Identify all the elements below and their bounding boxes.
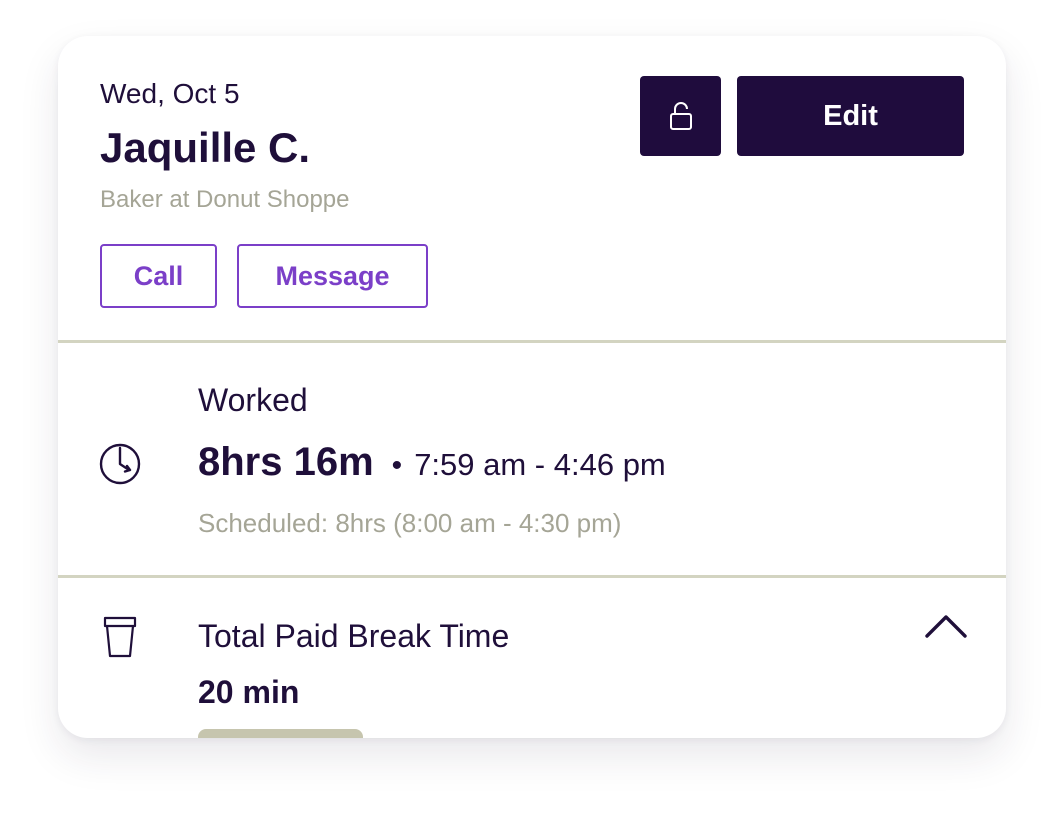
break-entry-tag [198,729,363,738]
shift-date: Wed, Oct 5 [100,78,240,109]
unlock-icon [669,102,692,130]
cup-icon [103,616,137,658]
scheduled-time: Scheduled: 8hrs (8:00 am - 4:30 pm) [198,508,622,538]
worked-time-range: 7:59 am - 4:46 pm [414,447,666,482]
lock-button[interactable] [640,76,721,156]
employee-role: Baker at Donut Shoppe [100,186,350,213]
timecard: Wed, Oct 5 Jaquille C. Baker at Donut Sh… [58,36,1006,738]
edit-button[interactable]: Edit [737,76,964,156]
worked-label: Worked [198,382,308,418]
worked-total: 8hrs 16m [198,440,374,484]
message-button[interactable]: Message [237,244,428,308]
clock-icon [99,443,141,485]
break-total: 20 min [198,674,300,710]
employee-header: Wed, Oct 5 Jaquille C. Baker at Donut Sh… [58,36,1006,341]
chevron-up-icon[interactable] [924,612,968,642]
call-button[interactable]: Call [100,244,217,308]
employee-name: Jaquille C. [100,124,311,171]
break-label: Total Paid Break Time [198,618,510,654]
section-divider [58,340,1006,343]
separator-dot: • [391,449,403,482]
worked-summary: 8hrs 16m • 7:59 am - 4:46 pm [198,440,666,485]
section-divider [58,575,1006,578]
